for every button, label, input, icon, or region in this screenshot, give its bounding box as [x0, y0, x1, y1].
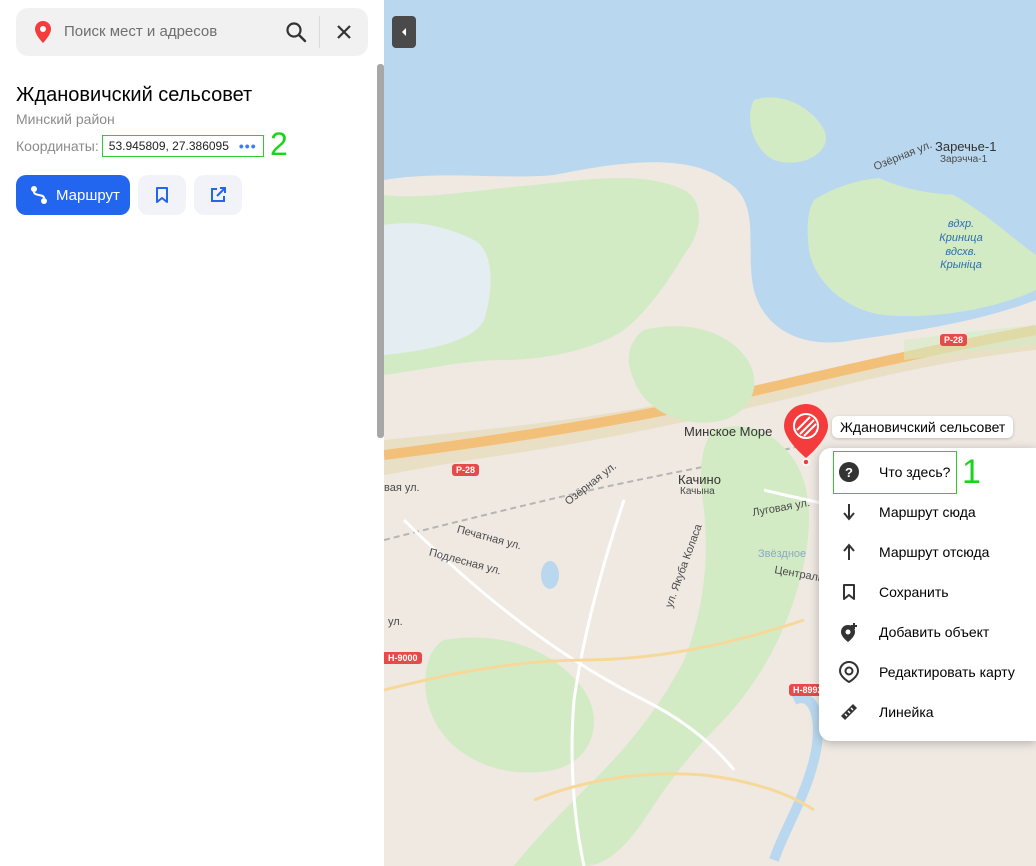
road-tag: Р-28: [940, 334, 968, 346]
more-icon[interactable]: •••: [239, 138, 257, 154]
map-label-reservoir-by: вдсхв.: [945, 246, 977, 258]
close-icon[interactable]: [332, 20, 356, 44]
road-tag: Н-9000: [384, 652, 422, 664]
map-label-village-by: Качына: [680, 486, 715, 497]
menu-item-label: Линейка: [879, 704, 934, 720]
annotation-2: 2: [270, 126, 288, 162]
map-label-town: Заречье-1: [935, 139, 997, 154]
menu-item-label: Редактировать карту: [879, 664, 1015, 680]
coordinates-row: Координаты: 53.945809, 27.386095 •••: [16, 135, 264, 157]
coordinates-label: Координаты:: [16, 138, 99, 154]
sidebar: Поиск мест и адресов Ждановичский сельсо…: [0, 0, 384, 866]
edit-map-icon: [839, 661, 859, 683]
bookmark-button[interactable]: [138, 175, 186, 215]
place-subtitle: Минский район: [16, 111, 115, 127]
road-tag: Р-28: [452, 464, 480, 476]
menu-item-save[interactable]: Сохранить: [819, 572, 1036, 612]
map-label-reservoir-ru: вдхр.: [947, 218, 975, 230]
app-root: Поиск мест и адресов Ждановичский сельсо…: [0, 0, 1036, 866]
menu-item-label: Сохранить: [879, 584, 949, 600]
map-label-district: Звёздное: [758, 548, 807, 560]
map-label-street: ул.: [388, 616, 403, 628]
menu-item-add-object[interactable]: Добавить объект: [819, 612, 1036, 652]
menu-item-label: Маршрут сюда: [879, 504, 976, 520]
share-button[interactable]: [194, 175, 242, 215]
route-label: Маршрут: [56, 186, 120, 204]
coordinates-value[interactable]: 53.945809, 27.386095: [109, 139, 229, 153]
bookmark-icon: [156, 187, 168, 203]
map-label-station: Минское Море: [684, 424, 773, 439]
arrow-up-icon: [839, 542, 859, 562]
route-button[interactable]: Маршрут: [16, 175, 130, 215]
map-label-reservoir-name-ru: Криница: [939, 232, 983, 244]
map-label-town-by: Зарэчча-1: [940, 154, 988, 165]
search-bar[interactable]: Поиск мест и адресов: [16, 8, 368, 56]
menu-item-route-here[interactable]: Маршрут сюда: [819, 492, 1036, 532]
route-icon: [31, 186, 47, 204]
arrow-down-icon: [839, 502, 859, 522]
add-place-icon: [839, 622, 859, 642]
collapse-sidebar-button[interactable]: [392, 16, 416, 48]
map-label-street: вая ул.: [384, 482, 420, 494]
place-title: Ждановичский сельсовет: [16, 84, 253, 106]
sidebar-scrollbar[interactable]: [377, 64, 384, 438]
map-label-village: Качино: [678, 472, 721, 487]
map-label-reservoir-name-by: Крыніца: [940, 259, 982, 271]
coordinates-box[interactable]: 53.945809, 27.386095 •••: [101, 135, 264, 157]
menu-item-ruler[interactable]: Линейка: [819, 692, 1036, 732]
search-separator: [319, 16, 320, 48]
annotation-1: 1: [962, 453, 981, 491]
search-input[interactable]: Поиск мест и адресов: [64, 23, 217, 40]
share-icon: [211, 187, 226, 202]
bookmark-icon: [839, 582, 859, 602]
chevron-left-icon: [402, 28, 406, 36]
location-pin-icon: [35, 21, 51, 43]
ruler-icon: [839, 702, 859, 722]
menu-item-edit-map[interactable]: Редактировать карту: [819, 652, 1036, 692]
menu-item-route-from[interactable]: Маршрут отсюда: [819, 532, 1036, 572]
what-here-highlight: [833, 451, 957, 494]
pin-label: Ждановичский сельсовет: [832, 416, 1014, 438]
menu-item-label: Маршрут отсюда: [879, 544, 990, 560]
search-icon[interactable]: [284, 20, 308, 44]
menu-item-label: Добавить объект: [879, 624, 990, 640]
